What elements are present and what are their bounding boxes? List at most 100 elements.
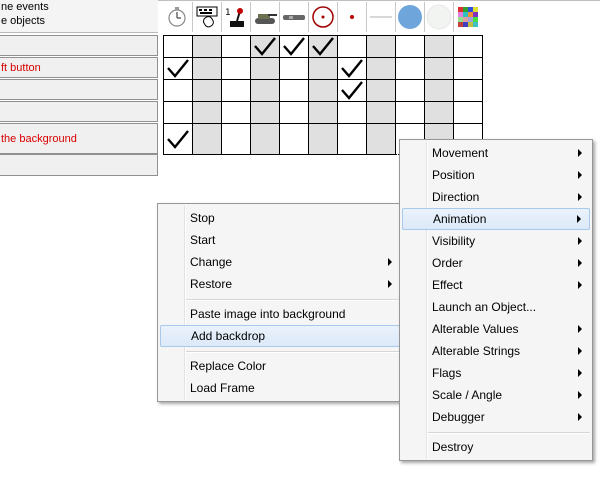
grid-cell[interactable]: [279, 57, 309, 80]
checkmark-icon: [341, 59, 363, 78]
menu-item-add-backdrop[interactable]: Add backdrop: [160, 325, 400, 347]
events-header: ne events e objects: [0, 0, 158, 33]
grid-cell[interactable]: [337, 35, 367, 58]
menu-item-movement[interactable]: Movement: [402, 142, 590, 164]
menu-item-paste-image[interactable]: Paste image into background: [160, 303, 400, 325]
grid-cell[interactable]: [308, 57, 338, 80]
menu-item-label: Direction: [432, 190, 480, 204]
grid-cell[interactable]: [279, 101, 309, 124]
grid-cell[interactable]: [279, 123, 309, 155]
grid-cell[interactable]: [366, 57, 396, 80]
menu-item-stop[interactable]: Stop: [160, 207, 400, 229]
grid-cell[interactable]: [395, 57, 425, 80]
grid-cell[interactable]: [366, 79, 396, 102]
line-icon[interactable]: [366, 2, 395, 32]
event-row-label[interactable]: [0, 154, 158, 176]
header-line-2: e objects: [1, 15, 46, 27]
menu-item-label: Load Frame: [190, 381, 255, 395]
grid-cell[interactable]: [250, 79, 280, 102]
menu-item-destroy[interactable]: Destroy: [402, 436, 590, 458]
grid-cell[interactable]: [395, 79, 425, 102]
grid-cell[interactable]: [163, 79, 193, 102]
submenu-arrow-icon: [578, 193, 582, 201]
player-joystick-icon[interactable]: 1: [221, 2, 250, 32]
grid-cell[interactable]: [279, 79, 309, 102]
grid-cell[interactable]: [366, 123, 396, 155]
grid-cell[interactable]: [221, 79, 251, 102]
grid-cell[interactable]: [250, 101, 280, 124]
menu-item-flags[interactable]: Flags: [402, 362, 590, 384]
event-row-label[interactable]: ft button: [0, 57, 158, 78]
grid-cell[interactable]: [192, 57, 222, 80]
event-row-label[interactable]: [0, 35, 158, 56]
grid-cell[interactable]: [337, 101, 367, 124]
grid-cell[interactable]: [192, 123, 222, 155]
bat-icon[interactable]: [279, 2, 308, 32]
grid-cell[interactable]: [395, 101, 425, 124]
grid-cell[interactable]: [424, 101, 454, 124]
grid-cell[interactable]: [308, 79, 338, 102]
grid-cell[interactable]: [221, 123, 251, 155]
grid-cell[interactable]: [366, 35, 396, 58]
grid-cell[interactable]: [192, 79, 222, 102]
menu-item-effect[interactable]: Effect: [402, 274, 590, 296]
header-line-1: ne events: [1, 1, 49, 13]
menu-item-load-frame[interactable]: Load Frame: [160, 377, 400, 399]
checkmark-icon: [167, 129, 189, 149]
event-row-label[interactable]: [0, 79, 158, 100]
grid-cell[interactable]: [250, 57, 280, 80]
menu-item-scale-angle[interactable]: Scale / Angle: [402, 384, 590, 406]
menu-item-label: Alterable Values: [432, 322, 519, 336]
grid-cell[interactable]: [424, 79, 454, 102]
tank-icon[interactable]: [250, 2, 279, 32]
grid-cell[interactable]: [221, 35, 251, 58]
color-palette-icon[interactable]: [453, 2, 482, 32]
menu-item-label: Add backdrop: [191, 329, 266, 343]
event-row-label[interactable]: [0, 101, 158, 122]
grid-cell[interactable]: [453, 79, 483, 102]
menu-item-order[interactable]: Order: [402, 252, 590, 274]
grid-cell[interactable]: [395, 35, 425, 58]
timer-icon[interactable]: [163, 2, 191, 32]
grid-cell[interactable]: [192, 101, 222, 124]
grid-cell[interactable]: [453, 101, 483, 124]
menu-item-position[interactable]: Position: [402, 164, 590, 186]
grid-cell[interactable]: [424, 35, 454, 58]
keyboard-mouse-icon[interactable]: [192, 2, 221, 32]
white-circle-icon[interactable]: [424, 2, 453, 32]
svg-text:1: 1: [225, 8, 231, 18]
grid-cell[interactable]: [308, 101, 338, 124]
grid-cell[interactable]: [337, 123, 367, 155]
menu-item-alterable-values[interactable]: Alterable Values: [402, 318, 590, 340]
grid-cell[interactable]: [424, 57, 454, 80]
event-row-label[interactable]: the background: [0, 123, 158, 154]
grid-cell[interactable]: [366, 101, 396, 124]
blue-circle-icon[interactable]: [395, 2, 424, 32]
submenu-arrow-icon: [578, 391, 582, 399]
grid-cell[interactable]: [453, 57, 483, 80]
menu-item-debugger[interactable]: Debugger: [402, 406, 590, 428]
menu-item-visibility[interactable]: Visibility: [402, 230, 590, 252]
grid-cell[interactable]: [308, 123, 338, 155]
grid-cell[interactable]: [221, 101, 251, 124]
grid-cell[interactable]: [163, 35, 193, 58]
grid-cell[interactable]: [250, 123, 280, 155]
grid-cell[interactable]: [453, 35, 483, 58]
menu-item-alterable-strings[interactable]: Alterable Strings: [402, 340, 590, 362]
target-circle-icon[interactable]: [308, 2, 337, 32]
menu-item-label: Movement: [432, 146, 489, 160]
menu-item-label: Destroy: [432, 440, 474, 454]
submenu-arrow-icon: [578, 347, 582, 355]
menu-item-direction[interactable]: Direction: [402, 186, 590, 208]
menu-item-animation[interactable]: Animation: [402, 208, 590, 230]
grid-cell[interactable]: [163, 101, 193, 124]
menu-item-launch-object[interactable]: Launch an Object...: [402, 296, 590, 318]
red-dot-icon[interactable]: [337, 2, 366, 32]
menu-item-replace-color[interactable]: Replace Color: [160, 355, 400, 377]
grid-cell[interactable]: [221, 57, 251, 80]
menu-item-change[interactable]: Change: [160, 251, 400, 273]
grid-cell[interactable]: [192, 35, 222, 58]
menu-item-label: Scale / Angle: [432, 388, 503, 402]
menu-item-start[interactable]: Start: [160, 229, 400, 251]
menu-item-restore[interactable]: Restore: [160, 273, 400, 295]
